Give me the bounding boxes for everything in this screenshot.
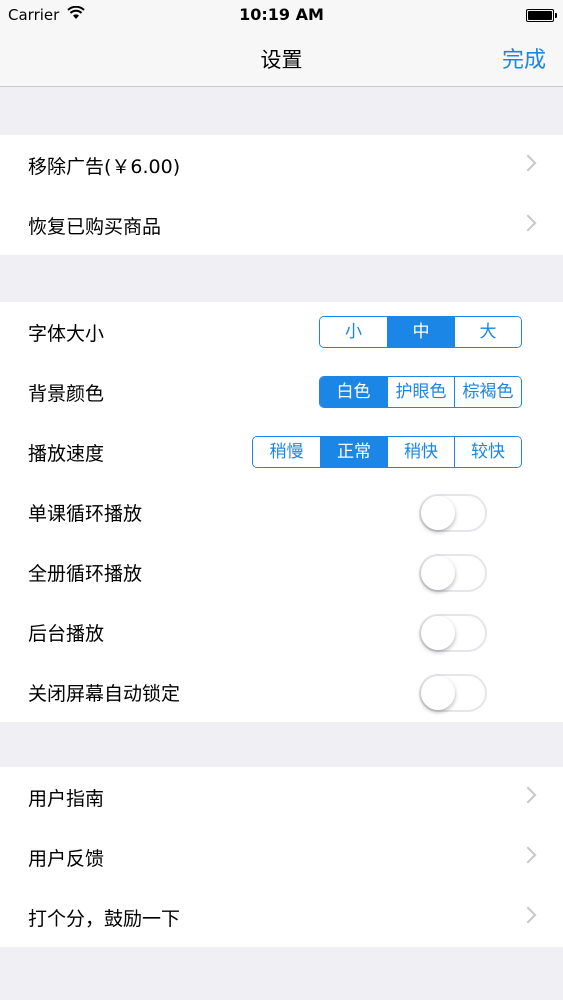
background-play-toggle[interactable] (419, 614, 487, 652)
bg-option-sepia[interactable]: 棕褐色 (454, 377, 521, 407)
font-size-segmented-control: 小 中 大 (319, 316, 522, 348)
disable-auto-lock-toggle[interactable] (419, 674, 487, 712)
playback-speed-row: 播放速度 稍慢 正常 稍快 较快 (0, 422, 563, 482)
background-color-label: 背景颜色 (28, 383, 105, 405)
purchase-group: 移除广告(￥6.00) 恢复已购买商品 (0, 135, 563, 255)
disable-auto-lock-label: 关闭屏幕自动锁定 (28, 683, 181, 705)
restore-purchases-label: 恢复已购买商品 (28, 216, 162, 238)
chevron-right-icon (519, 154, 537, 172)
font-size-option-small[interactable]: 小 (320, 317, 387, 347)
user-guide-label: 用户指南 (28, 788, 105, 810)
playback-settings-group: 字体大小 小 中 大 背景颜色 白色 护眼色 棕褐色 播放速度 稍慢 正常 稍快… (0, 302, 563, 722)
restore-purchases-row[interactable]: 恢复已购买商品 (0, 195, 563, 255)
chevron-right-icon (519, 786, 537, 804)
loop-book-row: 全册循环播放 (0, 542, 563, 602)
font-size-option-large[interactable]: 大 (454, 317, 521, 347)
background-color-segmented-control: 白色 护眼色 棕褐色 (319, 376, 522, 408)
background-play-row: 后台播放 (0, 602, 563, 662)
speed-option-faster[interactable]: 稍快 (387, 437, 454, 467)
bg-option-eye-care[interactable]: 护眼色 (387, 377, 454, 407)
status-bar: Carrier 10:19 AM (0, 0, 563, 30)
loop-lesson-row: 单课循环播放 (0, 482, 563, 542)
battery-icon (526, 9, 557, 22)
speed-option-fast[interactable]: 较快 (454, 437, 521, 467)
user-guide-row[interactable]: 用户指南 (0, 767, 563, 827)
toggle-knob (421, 616, 455, 650)
done-button[interactable]: 完成 (502, 42, 546, 74)
font-size-label: 字体大小 (28, 323, 105, 345)
loop-book-label: 全册循环播放 (28, 563, 143, 585)
playback-speed-label: 播放速度 (28, 443, 105, 465)
support-group: 用户指南 用户反馈 打个分，鼓励一下 (0, 767, 563, 947)
page-title: 设置 (260, 48, 303, 72)
chevron-right-icon (519, 846, 537, 864)
navigation-bar: 设置 完成 (0, 30, 563, 87)
loop-lesson-label: 单课循环播放 (28, 503, 143, 525)
rate-app-label: 打个分，鼓励一下 (28, 908, 181, 930)
loop-lesson-toggle[interactable] (419, 494, 487, 532)
toggle-knob (421, 496, 455, 530)
toggle-knob (421, 676, 455, 710)
remove-ads-label: 移除广告(￥6.00) (28, 156, 181, 178)
speed-option-normal[interactable]: 正常 (320, 437, 387, 467)
background-play-label: 后台播放 (28, 623, 105, 645)
loop-book-toggle[interactable] (419, 554, 487, 592)
toggle-knob (421, 556, 455, 590)
chevron-right-icon (519, 214, 537, 232)
font-size-row: 字体大小 小 中 大 (0, 302, 563, 362)
font-size-option-medium[interactable]: 中 (387, 317, 454, 347)
disable-auto-lock-row: 关闭屏幕自动锁定 (0, 662, 563, 722)
chevron-right-icon (519, 906, 537, 924)
speed-option-slower[interactable]: 稍慢 (253, 437, 320, 467)
bg-option-white[interactable]: 白色 (320, 377, 387, 407)
clock: 10:19 AM (239, 5, 324, 24)
background-color-row: 背景颜色 白色 护眼色 棕褐色 (0, 362, 563, 422)
playback-speed-segmented-control: 稍慢 正常 稍快 较快 (252, 436, 522, 468)
rate-app-row[interactable]: 打个分，鼓励一下 (0, 887, 563, 947)
remove-ads-row[interactable]: 移除广告(￥6.00) (0, 135, 563, 195)
feedback-row[interactable]: 用户反馈 (0, 827, 563, 887)
feedback-label: 用户反馈 (28, 848, 105, 870)
